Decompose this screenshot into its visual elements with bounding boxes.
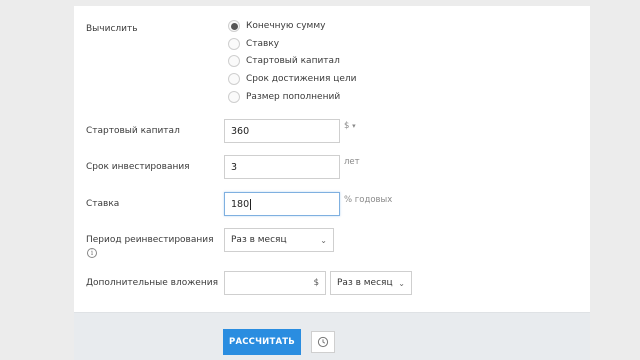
radio-topup-size[interactable]: Размер пополнений [228,90,340,104]
radio-label: Стартовый капитал [246,56,340,66]
radio-label: Конечную сумму [246,21,326,31]
radio-label: Ставку [246,39,280,49]
calculator-card: Вычислить Конечную сумму Ставку Стартовы… [74,6,590,360]
start-capital-value: 360 [231,125,250,137]
clock-icon [317,336,329,348]
radio-start-capital[interactable]: Стартовый капитал [228,54,340,68]
info-icon[interactable]: i [87,248,97,258]
chevron-down-icon: ⌄ [398,279,405,288]
reinvest-select[interactable]: Раз в месяц ⌄ [224,228,334,252]
term-unit: лет [344,157,360,167]
radio-circle[interactable] [228,73,240,85]
radio-rate[interactable]: Ставку [228,37,279,51]
radio-circle[interactable] [228,20,240,32]
currency-label: $ [344,121,350,131]
text-cursor [250,198,252,210]
calculate-label: Вычислить [86,24,138,34]
radio-dot [230,22,238,30]
start-capital-label: Стартовый капитал [86,126,180,136]
calculate-button[interactable]: РАССЧИТАТЬ [223,329,301,355]
radio-label: Размер пополнений [246,92,341,102]
form-footer: РАССЧИТАТЬ [74,312,590,360]
chevron-down-icon: ⌄ [320,236,327,245]
radio-circle[interactable] [228,55,240,67]
reinvest-label: Период реинвестирования [86,235,214,245]
additional-currency: $ [313,278,319,288]
additional-input[interactable]: $ [224,271,326,295]
term-input[interactable]: 3 [224,155,340,179]
additional-label: Дополнительные вложения [86,278,218,288]
rate-input[interactable]: 180 [224,192,340,216]
radio-circle[interactable] [228,91,240,103]
radio-final-sum[interactable]: Конечную сумму [228,19,325,33]
rate-label: Ставка [86,199,120,209]
history-button[interactable] [311,331,335,353]
start-capital-input[interactable]: 360 [224,119,340,143]
chevron-down-icon: ▾ [352,122,356,130]
radio-goal-term[interactable]: Срок достижения цели [228,72,357,86]
rate-value: 180 [231,198,250,210]
term-label: Срок инвестирования [86,162,190,172]
currency-select[interactable]: $ ▾ [344,121,356,131]
term-value: 3 [231,161,238,173]
radio-circle[interactable] [228,38,240,50]
reinvest-value: Раз в месяц [231,235,287,245]
rate-unit: % годовых [344,195,393,205]
additional-period-select[interactable]: Раз в месяц ⌄ [330,271,412,295]
radio-label: Срок достижения цели [246,74,357,84]
additional-period-value: Раз в месяц [337,278,393,288]
